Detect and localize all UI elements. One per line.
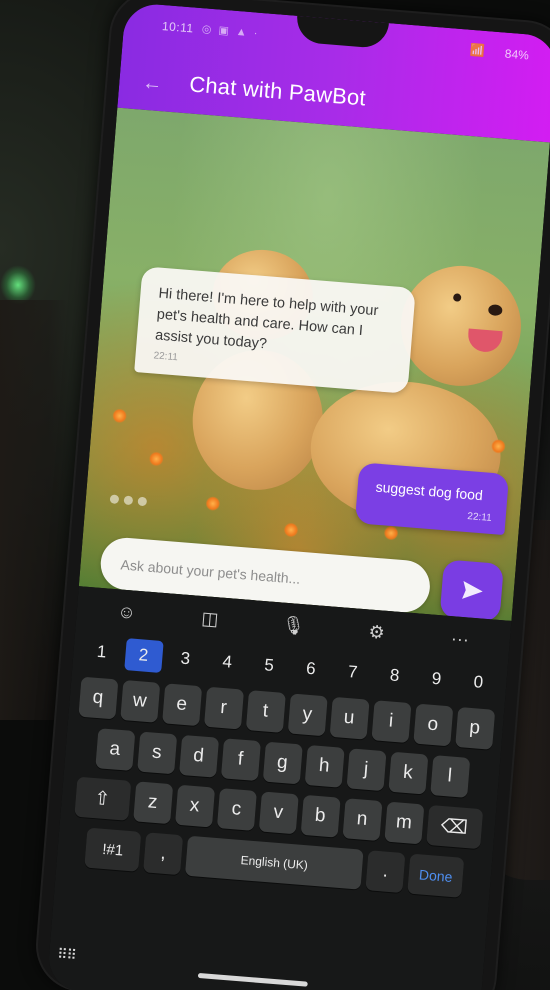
key-v[interactable]: v xyxy=(258,791,299,835)
page-title: Chat with PawBot xyxy=(188,71,367,111)
navigation-bar: ⠿⠿ ⌄ xyxy=(46,933,483,990)
notification-icons: ◎ ▣ ▲ · xyxy=(201,23,260,40)
key-c[interactable]: c xyxy=(216,788,257,831)
space-bar[interactable]: English (UK) xyxy=(184,835,364,890)
key-9[interactable]: 9 xyxy=(417,662,456,697)
signal-icon: 📶 xyxy=(469,42,486,58)
key-a[interactable]: a xyxy=(94,728,135,771)
shift-icon: ⇧ xyxy=(93,787,112,810)
status-time: 10:11 xyxy=(161,19,195,36)
comma-key[interactable]: , xyxy=(143,832,184,876)
phone: 10:11 ◎ ▣ ▲ · 📶 84% ← Chat with PawBot H… xyxy=(34,0,550,990)
key-d[interactable]: d xyxy=(178,734,219,778)
key-y[interactable]: y xyxy=(287,693,328,737)
dot xyxy=(137,496,148,507)
period-key[interactable]: . xyxy=(365,850,406,894)
key-n[interactable]: n xyxy=(341,798,383,842)
emoji-icon[interactable]: ☺ xyxy=(111,596,143,628)
keyboard-icon[interactable]: ⠿⠿ xyxy=(57,946,77,964)
bot-message-bubble: Hi there! I'm here to help with your pet… xyxy=(134,266,416,394)
more-icon[interactable]: ··· xyxy=(444,623,476,655)
key-g[interactable]: g xyxy=(262,741,303,785)
key-t[interactable]: t xyxy=(245,690,286,733)
key-l[interactable]: l xyxy=(429,755,470,798)
gear-icon[interactable]: ⚙ xyxy=(361,616,393,648)
key-3[interactable]: 3 xyxy=(166,641,205,676)
puppy-head xyxy=(396,261,526,391)
done-key[interactable]: Done xyxy=(407,853,465,898)
key-f[interactable]: f xyxy=(220,738,261,782)
key-r[interactable]: r xyxy=(203,686,244,730)
key-j[interactable]: j xyxy=(345,748,387,792)
keyboard: ☺ ◫ 🎙 ⚙ ··· 1 2 3 4 5 6 7 8 9 0 q w e r … xyxy=(46,586,512,990)
key-i[interactable]: i xyxy=(370,700,412,744)
dot xyxy=(109,494,120,505)
shift-key[interactable]: ⇧ xyxy=(73,776,131,821)
user-message-text: suggest dog food xyxy=(375,478,484,504)
key-k[interactable]: k xyxy=(387,751,428,795)
phone-screen: 10:11 ◎ ▣ ▲ · 📶 84% ← Chat with PawBot H… xyxy=(46,2,550,990)
key-6[interactable]: 6 xyxy=(291,652,330,687)
backspace-key[interactable]: ⌫ xyxy=(425,804,483,850)
key-p[interactable]: p xyxy=(454,706,495,750)
key-u[interactable]: u xyxy=(329,696,370,740)
home-indicator[interactable] xyxy=(197,972,308,987)
key-o[interactable]: o xyxy=(412,703,453,747)
dot xyxy=(123,495,134,506)
user-message-bubble: suggest dog food 22:11 xyxy=(354,462,510,536)
back-arrow-icon[interactable]: ← xyxy=(138,69,166,97)
symbols-key[interactable]: !#1 xyxy=(84,827,142,872)
key-w[interactable]: w xyxy=(119,679,160,723)
chevron-down-icon[interactable]: ⌄ xyxy=(398,979,418,990)
key-0[interactable]: 0 xyxy=(459,665,498,700)
microphone-icon[interactable]: 🎙 xyxy=(277,609,309,641)
key-e[interactable]: e xyxy=(161,683,202,727)
key-2[interactable]: 2 xyxy=(123,638,164,673)
sticker-icon[interactable]: ◫ xyxy=(194,603,226,635)
key-z[interactable]: z xyxy=(132,781,173,825)
send-button[interactable] xyxy=(439,559,504,621)
key-h[interactable]: h xyxy=(304,744,345,788)
key-5[interactable]: 5 xyxy=(249,648,288,683)
key-m[interactable]: m xyxy=(383,801,424,845)
key-4[interactable]: 4 xyxy=(207,645,246,680)
background-hand-left xyxy=(0,300,70,720)
key-8[interactable]: 8 xyxy=(375,658,414,693)
send-icon xyxy=(462,580,483,599)
key-7[interactable]: 7 xyxy=(333,655,372,690)
key-x[interactable]: x xyxy=(174,784,215,828)
backspace-icon: ⌫ xyxy=(439,815,469,839)
user-message-time: 22:11 xyxy=(466,511,493,524)
photo-scene: 10:11 ◎ ▣ ▲ · 📶 84% ← Chat with PawBot H… xyxy=(0,0,550,990)
battery-level: 84% xyxy=(504,46,530,63)
key-b[interactable]: b xyxy=(300,794,341,838)
key-q[interactable]: q xyxy=(77,676,118,720)
background-light xyxy=(0,265,36,305)
key-1[interactable]: 1 xyxy=(82,635,121,670)
key-s[interactable]: s xyxy=(136,731,177,775)
chat-area[interactable]: Hi there! I'm here to help with your pet… xyxy=(78,107,550,621)
